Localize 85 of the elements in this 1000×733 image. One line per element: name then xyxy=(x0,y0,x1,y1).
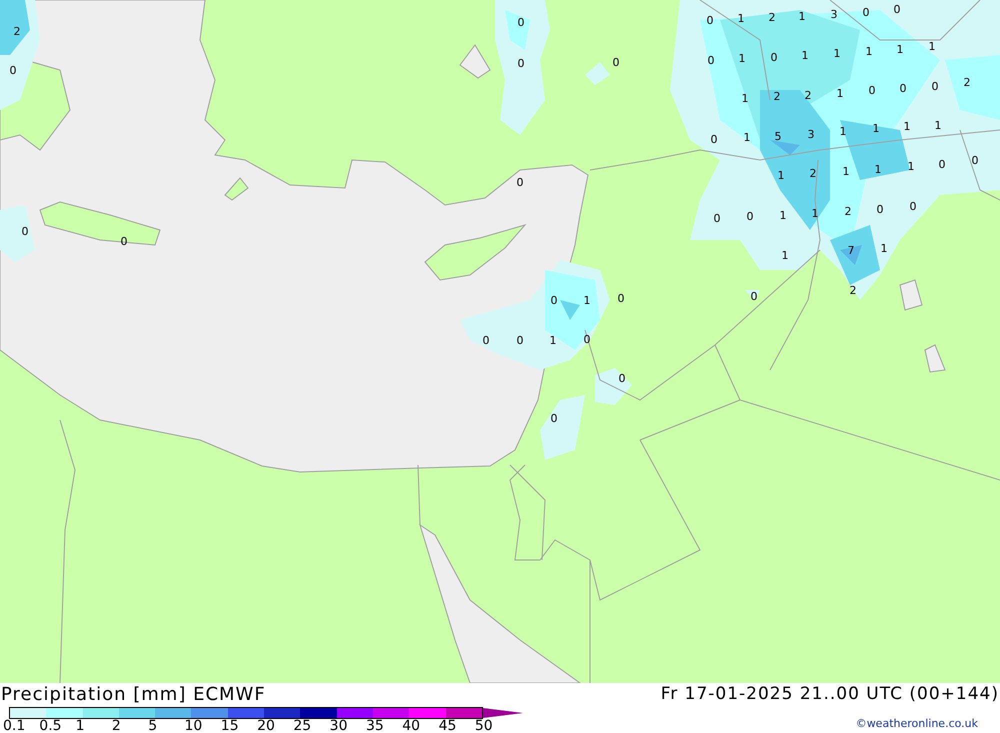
scale-label: 35 xyxy=(366,718,384,733)
precipitation-value: 1 xyxy=(904,120,910,133)
chart-title: Precipitation [mm] ECMWF xyxy=(1,684,266,704)
precipitation-value: 0 xyxy=(868,84,876,97)
scale-label: 1 xyxy=(76,718,85,733)
precipitation-value: 1 xyxy=(842,165,850,178)
precipitation-value: 0 xyxy=(550,412,558,425)
precipitation-value: 0 xyxy=(910,200,916,213)
precipitation-value: 3 xyxy=(808,128,814,141)
precipitation-value: 0 xyxy=(550,294,558,307)
precipitation-value: 1 xyxy=(798,10,806,23)
scale-label: 50 xyxy=(474,718,493,733)
precipitation-value: 1 xyxy=(834,47,840,60)
precipitation-value: 1 xyxy=(744,131,750,144)
precipitation-value: 1 xyxy=(812,207,818,220)
precipitation-value: 1 xyxy=(836,87,844,100)
precipitation-value: 1 xyxy=(840,125,846,138)
precipitation-value: 0 xyxy=(894,3,900,16)
precipitation-value: 0 xyxy=(516,334,524,347)
precipitation-value: 1 xyxy=(778,169,784,182)
precipitation-value: 0 xyxy=(750,290,758,303)
precipitation-value: 0 xyxy=(618,292,624,305)
precipitation-value: 1 xyxy=(874,163,882,176)
precipitation-value: 2 xyxy=(964,76,970,89)
precipitation-value: 3 xyxy=(830,8,838,21)
precipitation-value: 1 xyxy=(934,119,942,132)
precipitation-value: 1 xyxy=(896,43,904,56)
precipitation-value: 1 xyxy=(866,45,872,58)
precipitation-value: 0 xyxy=(900,82,906,95)
precipitation-value: 0 xyxy=(706,14,714,27)
precipitation-value: 1 xyxy=(872,122,880,135)
precipitation-value: 0 xyxy=(708,54,714,67)
valid-time: Fr 17-01-2025 21..00 UTC (00+144) xyxy=(660,684,999,704)
scale-label: 20 xyxy=(257,718,275,733)
precipitation-value: 0 xyxy=(584,333,590,346)
scale-label: 15 xyxy=(220,718,239,733)
precipitation-value: 0 xyxy=(516,176,524,189)
precipitation-value: 1 xyxy=(928,40,936,53)
precipitation-value: 5 xyxy=(774,130,782,143)
precipitation-value: 7 xyxy=(848,244,854,257)
precipitation-value: 0 xyxy=(22,225,28,238)
precipitation-value: 0 xyxy=(482,334,490,347)
precipitation-value: 1 xyxy=(880,242,888,255)
precipitation-value: 2 xyxy=(810,167,816,180)
precipitation-value: 2 xyxy=(804,89,812,102)
precipitation-value: 0 xyxy=(932,80,938,93)
credit-link[interactable]: ©weatheronline.co.uk xyxy=(856,717,978,730)
precipitation-value: 0 xyxy=(618,372,626,385)
precipitation-value: 0 xyxy=(938,158,946,171)
precipitation-value: 2 xyxy=(774,90,780,103)
scale-label: 0.1 xyxy=(3,718,26,733)
precipitation-value: 1 xyxy=(738,52,746,65)
scale-arrow-icon xyxy=(482,708,523,718)
precipitation-value: 0 xyxy=(518,57,524,70)
scale-label: 0.5 xyxy=(39,718,62,733)
precipitation-value: 0 xyxy=(770,51,778,64)
precipitation-value: 1 xyxy=(908,160,914,173)
scale-label: 40 xyxy=(402,718,420,733)
scale-label: 45 xyxy=(438,718,456,733)
precipitation-value: 2 xyxy=(768,11,776,24)
precipitation-value: 1 xyxy=(782,249,788,262)
precipitation-value: 0 xyxy=(714,212,720,225)
precipitation-value: 2 xyxy=(14,25,20,38)
precipitation-value: 0 xyxy=(972,154,978,167)
precipitation-value: 0 xyxy=(10,64,16,77)
precipitation-value: 0 xyxy=(710,133,718,146)
precipitation-value: 1 xyxy=(742,92,748,105)
precipitation-value: 0 xyxy=(862,6,870,19)
precipitation-value: 1 xyxy=(550,334,556,347)
precipitation-value: 0 xyxy=(876,203,884,216)
scale-label: 5 xyxy=(148,718,158,733)
scale-label: 30 xyxy=(330,718,348,733)
precipitation-value: 0 xyxy=(746,210,754,223)
precipitation-value: 0 xyxy=(612,56,620,69)
scale-label: 2 xyxy=(112,718,121,733)
precipitation-value: 0 xyxy=(518,16,524,29)
precipitation-value: 2 xyxy=(844,205,852,218)
precipitation-value: 1 xyxy=(780,209,786,222)
precipitation-value: 2 xyxy=(850,284,856,297)
scale-label: 25 xyxy=(293,718,312,733)
precipitation-value: 0 xyxy=(120,235,128,248)
precipitation-value: 1 xyxy=(738,12,744,25)
scale-label: 10 xyxy=(184,718,202,733)
precipitation-value: 1 xyxy=(584,294,590,307)
precipitation-value: 1 xyxy=(802,49,808,62)
